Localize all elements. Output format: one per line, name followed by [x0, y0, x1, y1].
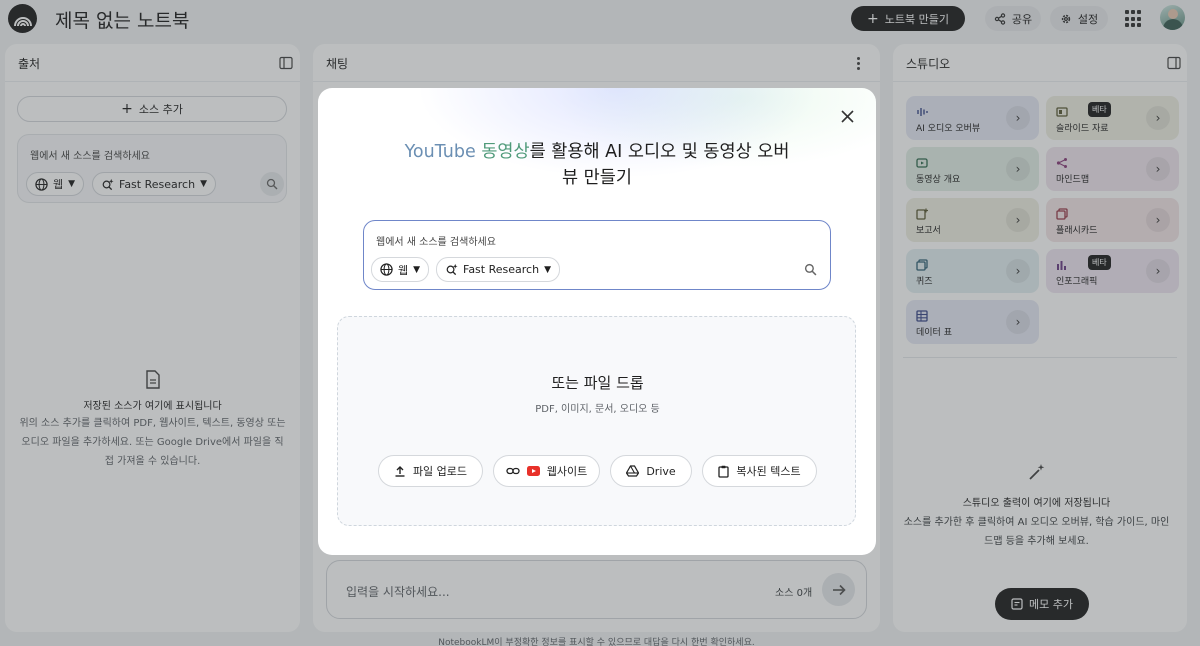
modal-search-input[interactable]: 웹에서 새 소스를 검색하세요 — [376, 233, 496, 248]
chevron-down-icon: ▼ — [413, 264, 421, 275]
file-upload-button[interactable]: 파일 업로드 — [378, 455, 483, 487]
modal-title-rest: 를 활용해 AI 오디오 및 동영상 오버뷰 만들기 — [529, 142, 790, 188]
drop-subtitle: PDF, 이미지, 문서, 오디오 등 — [535, 404, 660, 415]
close-button[interactable] — [837, 106, 857, 126]
copied-text-label: 복사된 텍스트 — [736, 465, 801, 478]
modal-research-chip-label: Fast Research — [463, 263, 540, 276]
drive-button[interactable]: Drive — [610, 455, 692, 487]
modal-title-youtube: YouTube — [404, 142, 476, 162]
website-button[interactable]: 웹사이트 — [493, 455, 600, 487]
link-icon — [506, 467, 520, 475]
modal-web-chip[interactable]: 웹 ▼ — [371, 257, 430, 282]
drive-icon — [626, 465, 640, 477]
globe-icon — [380, 263, 393, 276]
upload-icon — [395, 466, 405, 477]
modal-web-chip-label: 웹 — [398, 263, 409, 277]
modal-search-box: 웹에서 새 소스를 검색하세요 웹 ▼ Fast Research ▼ — [363, 220, 831, 290]
clipboard-icon — [718, 465, 730, 478]
file-upload-label: 파일 업로드 — [412, 465, 468, 478]
file-drop-zone[interactable]: 또는 파일 드롭 PDF, 이미지, 문서, 오디오 등 파일 업로드 웹사이트… — [337, 316, 856, 526]
website-label: 웹사이트 — [546, 465, 588, 478]
search-icon[interactable] — [804, 263, 817, 276]
copied-text-button[interactable]: 복사된 텍스트 — [702, 455, 817, 487]
add-source-modal: YouTube 동영상를 활용해 AI 오디오 및 동영상 오버뷰 만들기 웹에… — [318, 88, 876, 555]
youtube-icon — [526, 466, 540, 476]
drive-label: Drive — [646, 464, 676, 478]
modal-title: YouTube 동영상를 활용해 AI 오디오 및 동영상 오버뷰 만들기 — [397, 139, 797, 191]
chevron-down-icon: ▼ — [544, 264, 551, 275]
modal-title-video: 동영상 — [481, 142, 530, 162]
drop-title: 또는 파일 드롭 — [551, 374, 644, 392]
modal-research-chip[interactable]: Fast Research ▼ — [436, 257, 560, 282]
close-icon — [840, 109, 854, 123]
research-sparkle-icon — [446, 263, 458, 276]
